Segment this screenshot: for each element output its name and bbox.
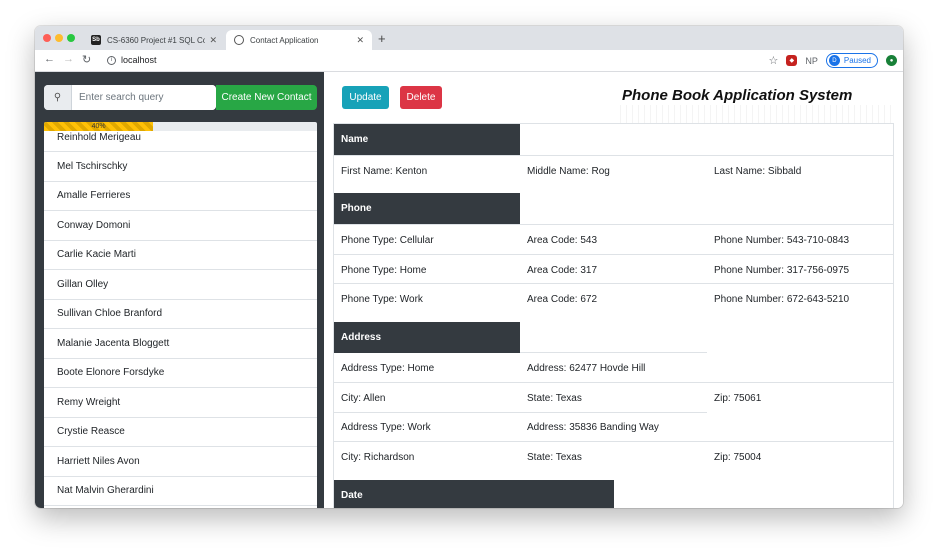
minimize-window-button[interactable] [55,34,63,42]
phone-number: Phone Number: 317-756-0975 [714,264,850,276]
address-type: Address Type: Work [341,421,431,433]
contact-list-item[interactable]: Malanie Jacenta Bloggett [44,329,317,359]
title-decoration [620,105,892,123]
url-text: localhost [121,55,157,65]
zip: Zip: 75061 [714,392,762,404]
section-heading-address: Address [334,322,520,353]
tab-strip: Sb CS-6360 Project #1 SQL Contac ✕ Conta… [35,26,903,50]
new-tab-button[interactable]: + [378,31,386,46]
contact-list-item[interactable]: Amalle Ferrieres [44,182,317,211]
sidebar: ⚲ Create New Contact 40% Reinhold Merige… [35,72,324,508]
phone-row: Phone Type: Work Area Code: 672 Phone Nu… [334,283,893,313]
tab-title: CS-6360 Project #1 SQL Contac [107,35,206,45]
city: City: Richardson [341,451,415,463]
progress-fill: 40% [44,122,154,131]
close-icon[interactable]: ✕ [356,35,364,46]
reload-icon[interactable]: ↻ [82,53,91,66]
contact-list-item[interactable]: Remy Wreight [44,388,317,418]
name-row: First Name: Kenton Middle Name: Rog Last… [334,155,893,185]
section-heading-name: Name [334,124,520,155]
contact-list-item[interactable]: Carlie Kacie Marti [44,241,317,270]
city-row: City: Allen State: Texas Zip: 75061 [334,382,893,412]
address-bar[interactable]: i localhost [107,55,157,65]
create-new-contact-button[interactable]: Create New Contact [216,85,317,110]
address-line: Address: 35836 Banding Way [527,421,659,433]
phone-number: Phone Number: 672-643-5210 [714,293,850,305]
browser-window: Sb CS-6360 Project #1 SQL Contac ✕ Conta… [35,26,903,508]
toolbar-right: ☆ ◆ NP D Paused ● [768,53,897,68]
np-extension[interactable]: NP [805,56,818,66]
area-code: Area Code: 672 [527,293,598,305]
contact-list-item[interactable]: Crystie Reasce [44,418,317,447]
middle-name: Middle Name: Rog [527,165,610,177]
profile-paused-button[interactable]: D Paused [825,53,878,68]
phone-row: Phone Type: Cellular Area Code: 543 Phon… [334,224,893,254]
phone-number: Phone Number: 543-710-0843 [714,234,850,246]
address-line: Address: 62477 Hovde Hill [527,362,646,374]
main-content: Update Delete Phone Book Application Sys… [324,72,903,508]
close-window-button[interactable] [43,34,51,42]
contact-list-item[interactable]: Harriett Niles Avon [44,447,317,477]
tab-title: Contact Application [250,35,319,45]
back-arrow-icon[interactable]: ← [44,53,55,65]
shield-extension-icon[interactable]: ◆ [786,55,798,66]
contact-list-item[interactable]: Gillan Olley [44,270,317,300]
tab-sql-project[interactable]: Sb CS-6360 Project #1 SQL Contac ✕ [83,30,225,50]
state: State: Texas [527,451,582,463]
area-code: Area Code: 317 [527,264,598,276]
phone-type: Phone Type: Home [341,264,427,276]
address-row: Address Type: Home Address: 62477 Hovde … [334,353,893,383]
github-icon [234,35,244,45]
update-button[interactable]: Update [342,86,389,109]
phone-row: Phone Type: Home Area Code: 317 Phone Nu… [334,254,893,284]
section-heading-phone: Phone [334,193,520,224]
sq-icon: Sb [91,35,101,45]
address-row: Address Type: Work Address: 35836 Bandin… [334,412,893,442]
search-input[interactable] [72,85,216,110]
progress-bar: 40% [44,122,317,131]
contact-list-item[interactable]: Boote Elonore Forsdyke [44,359,317,388]
profile-status: Paused [843,56,871,65]
state: State: Texas [527,392,582,404]
maximize-window-button[interactable] [67,34,75,42]
divider [334,412,707,413]
city-row: City: Richardson State: Texas Zip: 75004 [334,441,893,471]
contact-list-item[interactable]: Mel Tschirschky [44,152,317,182]
delete-button[interactable]: Delete [400,86,442,109]
city: City: Allen [341,392,386,404]
section-heading-date: Date [334,480,614,508]
contact-list-item[interactable]: Sullivan Chloe Branford [44,300,317,329]
page-title: Phone Book Application System [622,87,853,104]
zip: Zip: 75004 [714,451,762,463]
address-type: Address Type: Home [341,362,435,374]
close-icon[interactable]: ✕ [209,35,217,46]
contact-list-item[interactable]: Reinhold Merigeau [44,131,317,152]
first-name: First Name: Kenton [341,165,428,177]
info-icon[interactable]: i [107,55,116,65]
tab-contact-application[interactable]: Contact Application ✕ [226,30,372,50]
avatar: D [828,55,840,66]
contact-detail-card: Name First Name: Kenton Middle Name: Rog… [333,123,894,508]
forward-arrow-icon[interactable]: → [63,53,74,65]
contact-list-item[interactable]: Nat Malvin Gherardini [44,477,317,506]
search-group: ⚲ [44,85,216,110]
last-name: Last Name: Sibbald [714,165,802,177]
phone-type: Phone Type: Cellular [341,234,434,246]
phone-type: Phone Type: Work [341,293,423,305]
green-extension-icon[interactable]: ● [886,55,897,66]
star-icon[interactable]: ☆ [768,54,778,67]
search-icon: ⚲ [44,85,72,110]
contact-list: Reinhold Merigeau Mel Tschirschky Amalle F… [44,131,317,508]
contact-list-item[interactable]: Conway Domoni [44,211,317,241]
area-code: Area Code: 543 [527,234,598,246]
browser-toolbar: ← → ↻ i localhost ☆ ◆ NP D Paused ● [35,50,903,72]
